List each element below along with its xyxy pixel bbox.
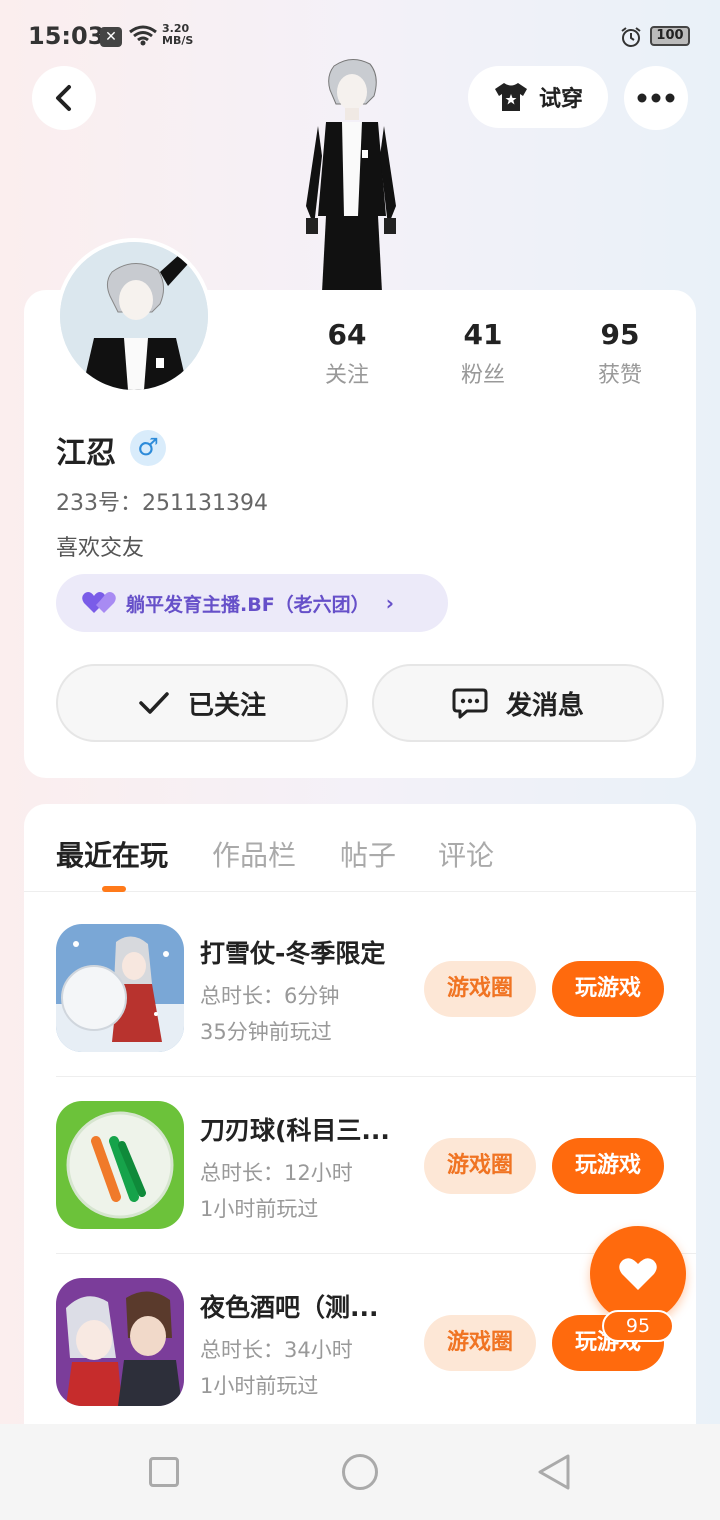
avatar-image — [60, 242, 208, 390]
profile-uid[interactable]: 233号：251131394 — [56, 485, 268, 517]
try-on-button[interactable]: 试穿 — [468, 66, 608, 128]
followed-label: 已关注 — [187, 690, 266, 721]
status-time: 15:03 — [28, 22, 105, 50]
fan-group-tag[interactable]: 躺平发育主播.BF（老六团） › — [56, 574, 448, 632]
more-dots-icon — [637, 93, 675, 103]
chevron-left-icon — [56, 85, 71, 111]
check-icon — [139, 692, 169, 714]
stat-likes[interactable]: 95 获赞 — [565, 318, 675, 389]
more-button[interactable] — [624, 66, 688, 130]
game-last-played: 1小时前玩过 — [200, 1197, 319, 1221]
profile-stats: 64 关注 41 粉丝 95 获赞 — [290, 318, 670, 398]
back-triangle-icon[interactable] — [536, 1452, 572, 1492]
like-fab-button[interactable] — [590, 1226, 686, 1322]
game-duration: 总时长：34小时 — [200, 1338, 353, 1362]
stat-fans-value: 41 — [463, 318, 503, 351]
stat-following-value: 64 — [327, 318, 367, 351]
net-speed: 3.20 MB/S — [162, 23, 193, 47]
fan-group-label: 躺平发育主播.BF（老六团） — [126, 593, 370, 616]
tab-works[interactable]: 作品栏 — [212, 834, 296, 874]
net-speed-unit: MB/S — [162, 34, 194, 47]
tab-active-indicator — [102, 886, 126, 892]
play-game-button[interactable]: 玩游戏 — [552, 1138, 664, 1194]
game-circle-button[interactable]: 游戏圈 — [424, 1138, 536, 1194]
followed-button[interactable]: 已关注 — [56, 664, 348, 742]
profile-bio: 喜欢交友 — [56, 536, 145, 561]
avatar-3d-figure — [306, 59, 396, 292]
game-title: 打雪仗-冬季限定 — [200, 939, 386, 968]
play-game-button[interactable]: 玩游戏 — [552, 961, 664, 1017]
try-on-label: 试穿 — [538, 87, 583, 112]
tab-recently-played[interactable]: 最近在玩 — [56, 834, 168, 874]
profile-tabs: 最近在玩 作品栏 帖子 评论 — [24, 804, 696, 892]
game-title: 刀刃球(科目三... — [200, 1116, 390, 1145]
alarm-icon — [621, 27, 641, 47]
avatar[interactable] — [56, 238, 212, 394]
game-icon[interactable] — [56, 1278, 184, 1406]
double-heart-icon — [82, 592, 116, 613]
tab-comments[interactable]: 评论 — [438, 834, 494, 874]
battery-indicator: 100 — [650, 26, 690, 46]
heart-icon — [619, 1258, 657, 1290]
send-message-button[interactable]: 发消息 — [372, 664, 664, 742]
game-title: 夜色酒吧（测... — [200, 1293, 379, 1322]
tab-posts[interactable]: 帖子 — [340, 834, 396, 874]
tshirt-icon — [494, 83, 527, 111]
game-icon-image — [56, 924, 184, 1052]
notification-x-icon: ✕ — [100, 27, 122, 47]
game-circle-button[interactable]: 游戏圈 — [424, 1315, 536, 1371]
game-icon-image — [56, 1278, 184, 1406]
game-last-played: 1小时前玩过 — [200, 1374, 319, 1398]
wifi-icon — [129, 25, 157, 46]
send-message-label: 发消息 — [505, 690, 584, 721]
stat-likes-label: 获赞 — [597, 363, 642, 388]
back-button[interactable] — [32, 66, 96, 130]
recent-apps-icon[interactable] — [149, 1457, 179, 1487]
stat-following[interactable]: 64 关注 — [292, 318, 402, 389]
row-divider — [56, 1076, 696, 1077]
like-count-badge: 95 — [602, 1310, 674, 1342]
chevron-right-icon: › — [385, 591, 394, 615]
game-last-played: 35分钟前玩过 — [200, 1020, 332, 1044]
stat-likes-value: 95 — [600, 318, 640, 351]
game-circle-button[interactable]: 游戏圈 — [424, 961, 536, 1017]
game-list-item[interactable]: 刀刃球(科目三... 总时长：12小时 1小时前玩过 游戏圈 玩游戏 — [56, 1101, 696, 1231]
game-icon[interactable] — [56, 1101, 184, 1229]
stat-fans[interactable]: 41 粉丝 — [428, 318, 538, 389]
chat-bubble-icon — [452, 688, 488, 719]
game-duration: 总时长：12小时 — [200, 1161, 353, 1185]
gender-male-icon: ♂ — [130, 430, 166, 466]
game-list-item[interactable]: 打雪仗-冬季限定 总时长：6分钟 35分钟前玩过 游戏圈 玩游戏 — [56, 924, 696, 1054]
game-icon[interactable] — [56, 924, 184, 1052]
stat-fans-label: 粉丝 — [460, 363, 505, 388]
game-duration: 总时长：6分钟 — [200, 984, 340, 1008]
profile-name: 江忍 — [56, 436, 116, 471]
home-icon[interactable] — [342, 1454, 378, 1490]
stat-following-label: 关注 — [324, 363, 369, 388]
game-icon-image — [56, 1101, 184, 1229]
